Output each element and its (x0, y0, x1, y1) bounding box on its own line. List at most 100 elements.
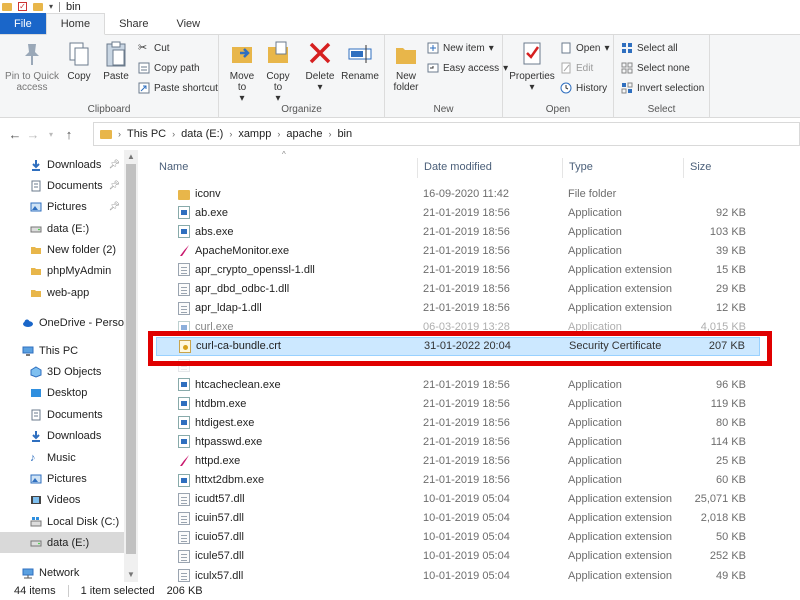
column-type[interactable]: Type (562, 158, 682, 178)
forward-button[interactable]: → (24, 127, 42, 142)
nav-item-new-folder-2[interactable]: New folder (2) (0, 239, 124, 260)
chevron-right-icon[interactable]: › (277, 129, 280, 139)
breadcrumb-xampp[interactable]: xampp (238, 128, 271, 140)
column-size[interactable]: Size (683, 158, 763, 178)
customize-toolbar-icon[interactable]: ▾ (49, 2, 53, 11)
file-type: Application extension (568, 302, 672, 315)
nav-item-web-app[interactable]: web-app (0, 282, 124, 303)
nav-scrollbar[interactable]: ▲ ▼ (124, 150, 138, 582)
table-row[interactable]: iconv 16-09-2020 11:42 File folder (156, 184, 760, 203)
file-date: 21-01-2019 18:56 (423, 206, 510, 219)
nav-item-phpmyadmin[interactable]: phpMyAdmin (0, 260, 124, 281)
table-row[interactable]: icule57.dll 10-01-2019 05:04 Application e… (156, 547, 760, 566)
up-button[interactable]: ↑ (60, 127, 78, 142)
table-row[interactable]: apr_ldap-1.dll 21-01-2019 18:56 Applicatio… (156, 299, 760, 318)
open-button[interactable]: Open ▾ (560, 42, 610, 54)
nav-item-onedrive[interactable]: OneDrive - Person (0, 312, 124, 333)
nav-item-local-disk-c[interactable]: Local Disk (C:) (0, 511, 124, 532)
tab-view[interactable]: View (162, 13, 214, 34)
nav-item-documents[interactable]: Documents (0, 404, 124, 425)
table-row[interactable]: ApacheMonitor.exe 21-01-2019 18:56 Applica… (156, 241, 760, 260)
nav-item-documents-quick[interactable]: Documents 📌︎ (0, 175, 124, 196)
nav-item-data-e-quick[interactable]: data (E:) (0, 218, 124, 239)
address-bar[interactable]: › This PC › data (E:) › xampp › apache ›… (93, 122, 800, 146)
table-row[interactable]: abs.exe 21-01-2019 18:56 Application 103 KB (156, 222, 760, 241)
select-all-button[interactable]: Select all (621, 42, 678, 54)
dll-file-icon (178, 263, 190, 277)
breadcrumb-apache[interactable]: apache (286, 128, 322, 140)
new-folder-button[interactable]: New folder (391, 40, 421, 93)
table-row[interactable]: ab.exe 21-01-2019 18:56 Application 92 KB (156, 203, 760, 222)
pin-icon[interactable]: 📌︎ (109, 159, 120, 170)
table-row[interactable]: htdbm.exe 21-01-2019 18:56 Application 119 … (156, 394, 760, 413)
table-row[interactable]: httpd.exe 21-01-2019 18:56 Application 25 K… (156, 451, 760, 470)
table-row[interactable]: httxt2dbm.exe 21-01-2019 18:56 Application… (156, 471, 760, 490)
file-name: httxt2dbm.exe (195, 474, 265, 486)
table-row[interactable]: apr_dbd_odbc-1.dll 21-01-2019 18:56 Applic… (156, 280, 760, 299)
file-date: 10-01-2019 05:04 (423, 531, 510, 544)
pin-quick-access-button[interactable]: Pin to Quick access (4, 40, 60, 93)
table-row[interactable]: icuio57.dll 10-01-2019 05:04 Application e… (156, 528, 760, 547)
dll-file-icon (178, 301, 190, 315)
nav-item-pictures[interactable]: Pictures (0, 468, 124, 489)
history-button[interactable]: History (560, 82, 607, 94)
copy-button[interactable]: Copy (63, 40, 95, 82)
scroll-up-icon[interactable]: ▲ (124, 150, 138, 164)
table-row[interactable]: icudt57.dll 10-01-2019 05:04 Application e… (156, 490, 760, 509)
pin-icon[interactable]: 📌︎ (109, 180, 120, 191)
nav-item-this-pc[interactable]: This PC (0, 340, 124, 361)
chevron-right-icon[interactable]: › (328, 129, 331, 139)
table-row[interactable]: htpasswd.exe 21-01-2019 18:56 Application 1… (156, 432, 760, 451)
table-row[interactable]: htcacheclean.exe 21-01-2019 18:56 Applicat… (156, 375, 760, 394)
invert-selection-button[interactable]: Invert selection (621, 82, 704, 94)
copy-to-dropdown-icon: ▾ (275, 93, 281, 104)
chevron-right-icon[interactable]: › (172, 129, 175, 139)
copy-path-button[interactable]: Copy path (138, 62, 200, 74)
edit-button[interactable]: Edit (560, 62, 593, 74)
tab-file[interactable]: File (0, 13, 46, 34)
nav-item-videos[interactable]: Videos (0, 489, 124, 510)
select-none-button[interactable]: Select none (621, 62, 690, 74)
chevron-right-icon[interactable]: › (118, 129, 121, 139)
cut-button[interactable]: ✂ Cut (138, 42, 170, 54)
nav-item-downloads-quick[interactable]: Downloads 📌︎ (0, 154, 124, 175)
file-name: ab.exe (195, 206, 229, 219)
nav-item-3d-objects[interactable]: 3D Objects (0, 361, 124, 382)
column-date-modified[interactable]: Date modified (417, 158, 562, 178)
table-row[interactable]: icuin57.dll 10-01-2019 05:04 Application e… (156, 509, 760, 528)
properties-quick-icon[interactable]: ✓ (18, 2, 27, 11)
move-to-button[interactable]: Move to ▾ (227, 40, 257, 104)
table-row[interactable]: apr_crypto_openssl-1.dll 21-01-2019 18:56… (156, 260, 760, 279)
file-name-cell: iconv (178, 188, 221, 200)
nav-item-pictures-quick[interactable]: Pictures 📌︎ (0, 196, 124, 217)
table-row[interactable]: htdigest.exe 21-01-2019 18:56 Application 8… (156, 413, 760, 432)
tab-home[interactable]: Home (45, 13, 106, 35)
paste-shortcut-button[interactable]: Paste shortcut (138, 82, 218, 94)
nav-item-data-e[interactable]: data (E:) (0, 532, 124, 553)
delete-button[interactable]: Delete ▾ (303, 40, 337, 93)
paste-button[interactable]: Paste (99, 40, 133, 82)
pin-icon[interactable]: 📌︎ (109, 201, 120, 212)
nav-item-network[interactable]: Network (0, 562, 124, 583)
tab-share[interactable]: Share (105, 13, 162, 34)
nav-item-desktop[interactable]: Desktop (0, 382, 124, 403)
nav-item-downloads[interactable]: Downloads (0, 425, 124, 446)
breadcrumb-bin[interactable]: bin (337, 128, 352, 140)
properties-button[interactable]: Properties ▾ (509, 40, 555, 93)
easy-access-button[interactable]: Easy access ▾ (427, 62, 508, 74)
recent-locations-button[interactable]: ▾ (42, 130, 60, 139)
new-item-button[interactable]: New item ▾ (427, 42, 494, 54)
videos-icon (30, 494, 42, 506)
scroll-thumb[interactable] (126, 164, 136, 554)
scroll-down-icon[interactable]: ▼ (124, 568, 138, 582)
chevron-right-icon[interactable]: › (229, 129, 232, 139)
nav-item-music[interactable]: ♪ Music (0, 447, 124, 468)
breadcrumb-data[interactable]: data (E:) (181, 128, 223, 140)
rename-button[interactable]: Rename (340, 40, 380, 82)
copy-to-button[interactable]: Copy to ▾ (263, 40, 293, 104)
back-button[interactable]: ← (6, 127, 24, 142)
breadcrumb-this-pc[interactable]: This PC (127, 128, 166, 140)
column-name[interactable]: Name (153, 158, 415, 178)
new-folder-quick-icon[interactable] (33, 2, 43, 11)
file-name-cell: htcacheclean.exe (178, 378, 281, 391)
